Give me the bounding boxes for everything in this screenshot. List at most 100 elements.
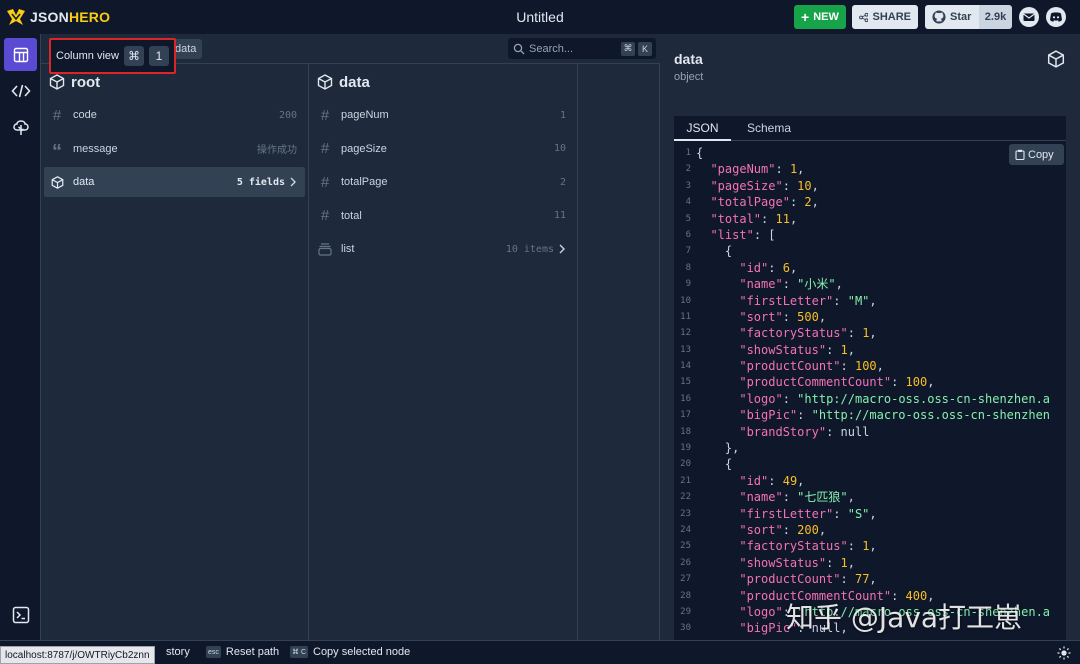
terminal-icon: [12, 606, 29, 623]
line-text: "total": 11,: [710, 211, 798, 226]
line-number: 27: [680, 574, 691, 585]
line-text: "firstLetter": "M",: [739, 293, 877, 308]
quote-icon: “: [52, 140, 62, 163]
line-number: 5: [685, 213, 691, 224]
new-button[interactable]: + NEW: [794, 5, 846, 29]
code-line: 6 "list": [: [674, 227, 1066, 243]
tab-schema[interactable]: Schema: [747, 116, 791, 141]
document-title[interactable]: Untitled: [0, 9, 1080, 25]
top-bar: JSONHERO Untitled + NEW SHARE Star 2.9k: [0, 0, 1080, 34]
code-line: 11 "sort": 500,: [674, 309, 1066, 325]
search-icon: [513, 43, 525, 54]
code-icon: [10, 84, 31, 97]
line-number: 6: [685, 229, 691, 240]
line-number: 18: [680, 426, 691, 437]
tree-icon: [12, 119, 29, 135]
list-item-list[interactable]: list 10 items: [312, 234, 574, 264]
column-root: root # code 200 “ message 操作成功 data 5 fi…: [41, 64, 309, 640]
line-text: "totalPage": 2,: [710, 195, 819, 210]
line-number: 1: [685, 148, 691, 158]
search-input[interactable]: Search... ⌘ K: [508, 38, 656, 59]
code-line: 26 "showStatus": 1,: [674, 555, 1066, 571]
line-number: 11: [680, 311, 691, 322]
list-item-pagenum[interactable]: # pageNum 1: [312, 100, 574, 130]
theme-toggle-icon[interactable]: [1057, 646, 1071, 660]
line-text: "productCount": 100,: [739, 359, 884, 374]
tree-view-button[interactable]: [4, 110, 37, 143]
line-text: "productCommentCount": 100,: [739, 375, 935, 390]
code-line: 27 "productCount": 77,: [674, 571, 1066, 587]
code-line: 13 "showStatus": 1,: [674, 342, 1066, 358]
list-icon: [317, 242, 333, 256]
line-text: "sort": 500,: [739, 309, 827, 324]
column-view-button[interactable]: [4, 38, 37, 71]
chevron-right-icon: [559, 244, 565, 254]
code-line: 17 "bigPic": "http://macro-oss.oss-cn-sh…: [674, 407, 1066, 423]
list-item-totalpage[interactable]: # totalPage 2: [312, 167, 574, 197]
copy-button[interactable]: Copy: [1009, 144, 1064, 165]
reset-kbd: esc: [206, 646, 221, 658]
list-item-total[interactable]: # total 11: [312, 201, 574, 231]
list-item-code[interactable]: # code 200: [44, 100, 305, 130]
line-text: "factoryStatus": 1,: [739, 326, 877, 341]
tooltip-label: Column view: [56, 50, 119, 62]
list-item-pagesize[interactable]: # pageSize 10: [312, 134, 574, 164]
line-number: 19: [680, 443, 691, 454]
history-item[interactable]: story: [166, 646, 190, 658]
code-line: 24 "sort": 200,: [674, 522, 1066, 538]
line-text: "showStatus": 1,: [739, 342, 855, 357]
github-icon: [932, 10, 946, 24]
line-text: "name": "小米",: [739, 277, 843, 292]
code-line: 5 "total": 11,: [674, 211, 1066, 227]
code-line: 2 "pageNum": 1,: [674, 161, 1066, 177]
line-number: 17: [680, 410, 691, 421]
reset-path-item[interactable]: esc Reset path: [206, 646, 279, 658]
line-number: 12: [680, 328, 691, 339]
tooltip-key-mod: ⌘: [123, 46, 144, 66]
status-url: localhost:8787/j/OWTRiyCb2znn: [0, 646, 155, 664]
line-number: 2: [685, 164, 691, 175]
discord-icon[interactable]: [1046, 7, 1066, 27]
line-text: "brandStory": null: [739, 424, 870, 439]
line-text: {: [696, 146, 704, 160]
hash-icon: #: [52, 106, 62, 124]
github-star-button[interactable]: Star: [925, 5, 979, 29]
hash-icon: #: [320, 173, 330, 191]
line-number: 28: [680, 590, 691, 601]
search-shortcut-mod: ⌘: [621, 41, 635, 56]
tab-json[interactable]: JSON: [674, 116, 731, 141]
share-icon: [859, 12, 869, 22]
list-item-data[interactable]: data 5 fields: [44, 167, 305, 197]
list-item-message[interactable]: “ message 操作成功: [44, 134, 305, 164]
code-line: 23 "firstLetter": "S",: [674, 506, 1066, 522]
code-line: 22 "name": "七匹狼",: [674, 489, 1066, 505]
search-placeholder: Search...: [529, 42, 574, 55]
details-panel: data object JSON Schema 1{2 "pageNum": 1…: [661, 34, 1080, 640]
line-number: 8: [685, 262, 691, 273]
share-button[interactable]: SHARE: [852, 5, 918, 29]
cube-icon: [317, 74, 333, 90]
mail-icon[interactable]: [1019, 7, 1039, 27]
line-number: 13: [680, 344, 691, 355]
line-number: 7: [685, 246, 691, 257]
code-line: 21 "id": 49,: [674, 473, 1066, 489]
search-shortcut-key: K: [638, 41, 652, 56]
terminal-button[interactable]: [4, 598, 37, 631]
column-data: data # pageNum 1 # pageSize 10 # totalPa…: [309, 64, 578, 640]
code-line: 8 "id": 6,: [674, 260, 1066, 276]
json-code-view[interactable]: 1{2 "pageNum": 1, 3 "pageSize": 10, 4 "tot…: [674, 141, 1066, 640]
line-number: 15: [680, 377, 691, 388]
code-view-button[interactable]: [4, 74, 37, 107]
line-text: "firstLetter": "S",: [739, 506, 877, 521]
line-text: "factoryStatus": 1,: [739, 539, 877, 554]
star-count[interactable]: 2.9k: [979, 5, 1012, 29]
line-number: 4: [685, 197, 691, 208]
copy-node-item[interactable]: ⌘ C Copy selected node: [290, 646, 410, 658]
code-line: 15 "productCommentCount": 100,: [674, 374, 1066, 390]
line-text: "showStatus": 1,: [739, 555, 855, 570]
code-line: 10 "firstLetter": "M",: [674, 293, 1066, 309]
line-number: 21: [680, 475, 691, 486]
columns-icon: [13, 47, 28, 62]
code-line: 25 "factoryStatus": 1,: [674, 538, 1066, 554]
copy-kbd: ⌘ C: [290, 646, 308, 658]
